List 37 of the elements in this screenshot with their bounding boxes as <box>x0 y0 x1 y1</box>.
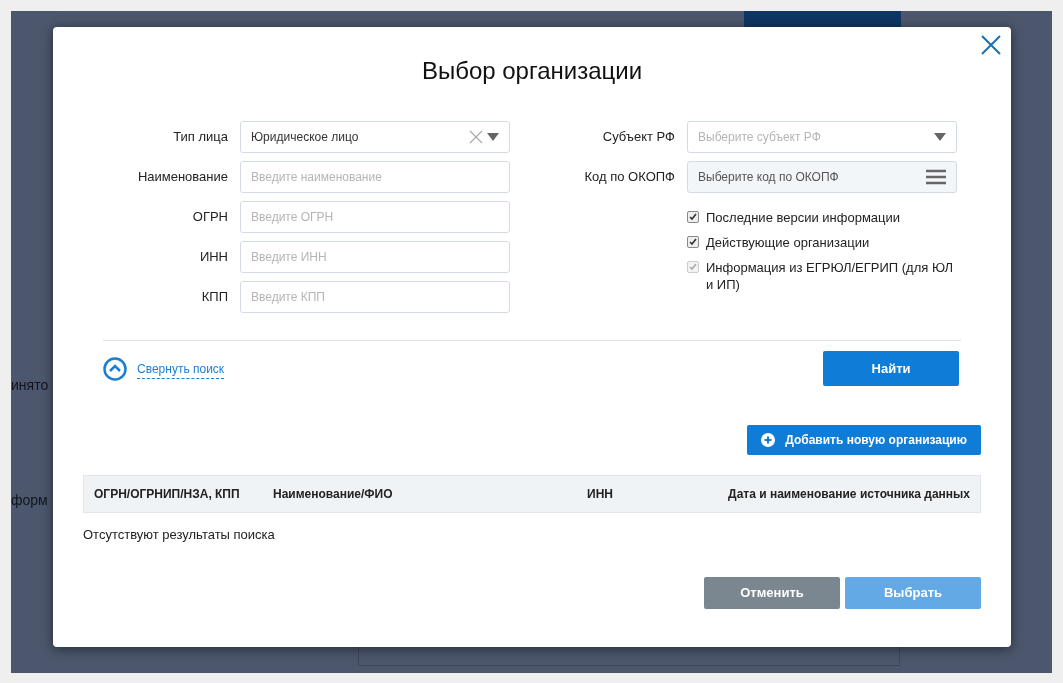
checkbox[interactable] <box>687 236 699 248</box>
select-field[interactable]: Выберите субъект РФ <box>687 121 957 153</box>
dialog-title: Выбор организации <box>421 56 643 86</box>
background-text: форм <box>11 492 48 508</box>
menu-icon[interactable] <box>926 169 946 185</box>
column-header: Наименование/ФИО <box>273 486 394 503</box>
add-organization-button[interactable]: Добавить новую организацию <box>747 425 981 455</box>
field-label: Код по ОКОПФ <box>583 168 675 187</box>
column-header: ОГРН/ОГРНИП/НЗА, КПП <box>94 486 241 503</box>
column-header: ИНН <box>587 486 614 503</box>
input-field[interactable]: Введите КПП <box>240 281 510 313</box>
checkbox-label: Действующие организации <box>706 234 870 251</box>
input-field[interactable]: Введите ИНН <box>240 241 510 273</box>
field-label: ОГРН <box>191 208 228 227</box>
field-label: Наименование <box>136 168 228 187</box>
input-field[interactable]: Введите ОГРН <box>240 201 510 233</box>
cancel-button[interactable]: Отменить <box>704 576 840 609</box>
column-header: Дата и наименование источника данных <box>728 486 970 503</box>
field-label: КПП <box>200 288 228 307</box>
background-text: инято <box>11 377 49 393</box>
empty-message: Отсутствуют результаты поиска <box>83 526 276 544</box>
close-icon[interactable] <box>981 35 1001 55</box>
caret-icon[interactable] <box>934 133 946 141</box>
field-label: Субъект РФ <box>601 128 675 147</box>
checkbox-label: Последние версии информации <box>706 209 901 226</box>
plus-circle-icon <box>761 433 776 447</box>
field-label: ИНН <box>198 248 228 267</box>
select-field[interactable]: Юридическое лицо <box>240 121 510 153</box>
checkbox[interactable] <box>687 211 699 223</box>
caret-icon[interactable] <box>487 133 499 141</box>
select-field[interactable]: Выберите код по ОКОПФ <box>687 161 957 193</box>
collapse-icon[interactable] <box>103 357 127 381</box>
collapse-link[interactable]: Свернуть поиск <box>137 359 225 379</box>
input-field[interactable]: Введите наименование <box>240 161 510 193</box>
checkbox-label: Информация из ЕГРЮЛ/ЕГРИП (для ЮЛ и ИП) <box>706 259 955 293</box>
field-label: Тип лица <box>172 128 228 147</box>
find-button[interactable]: Найти <box>823 351 959 386</box>
